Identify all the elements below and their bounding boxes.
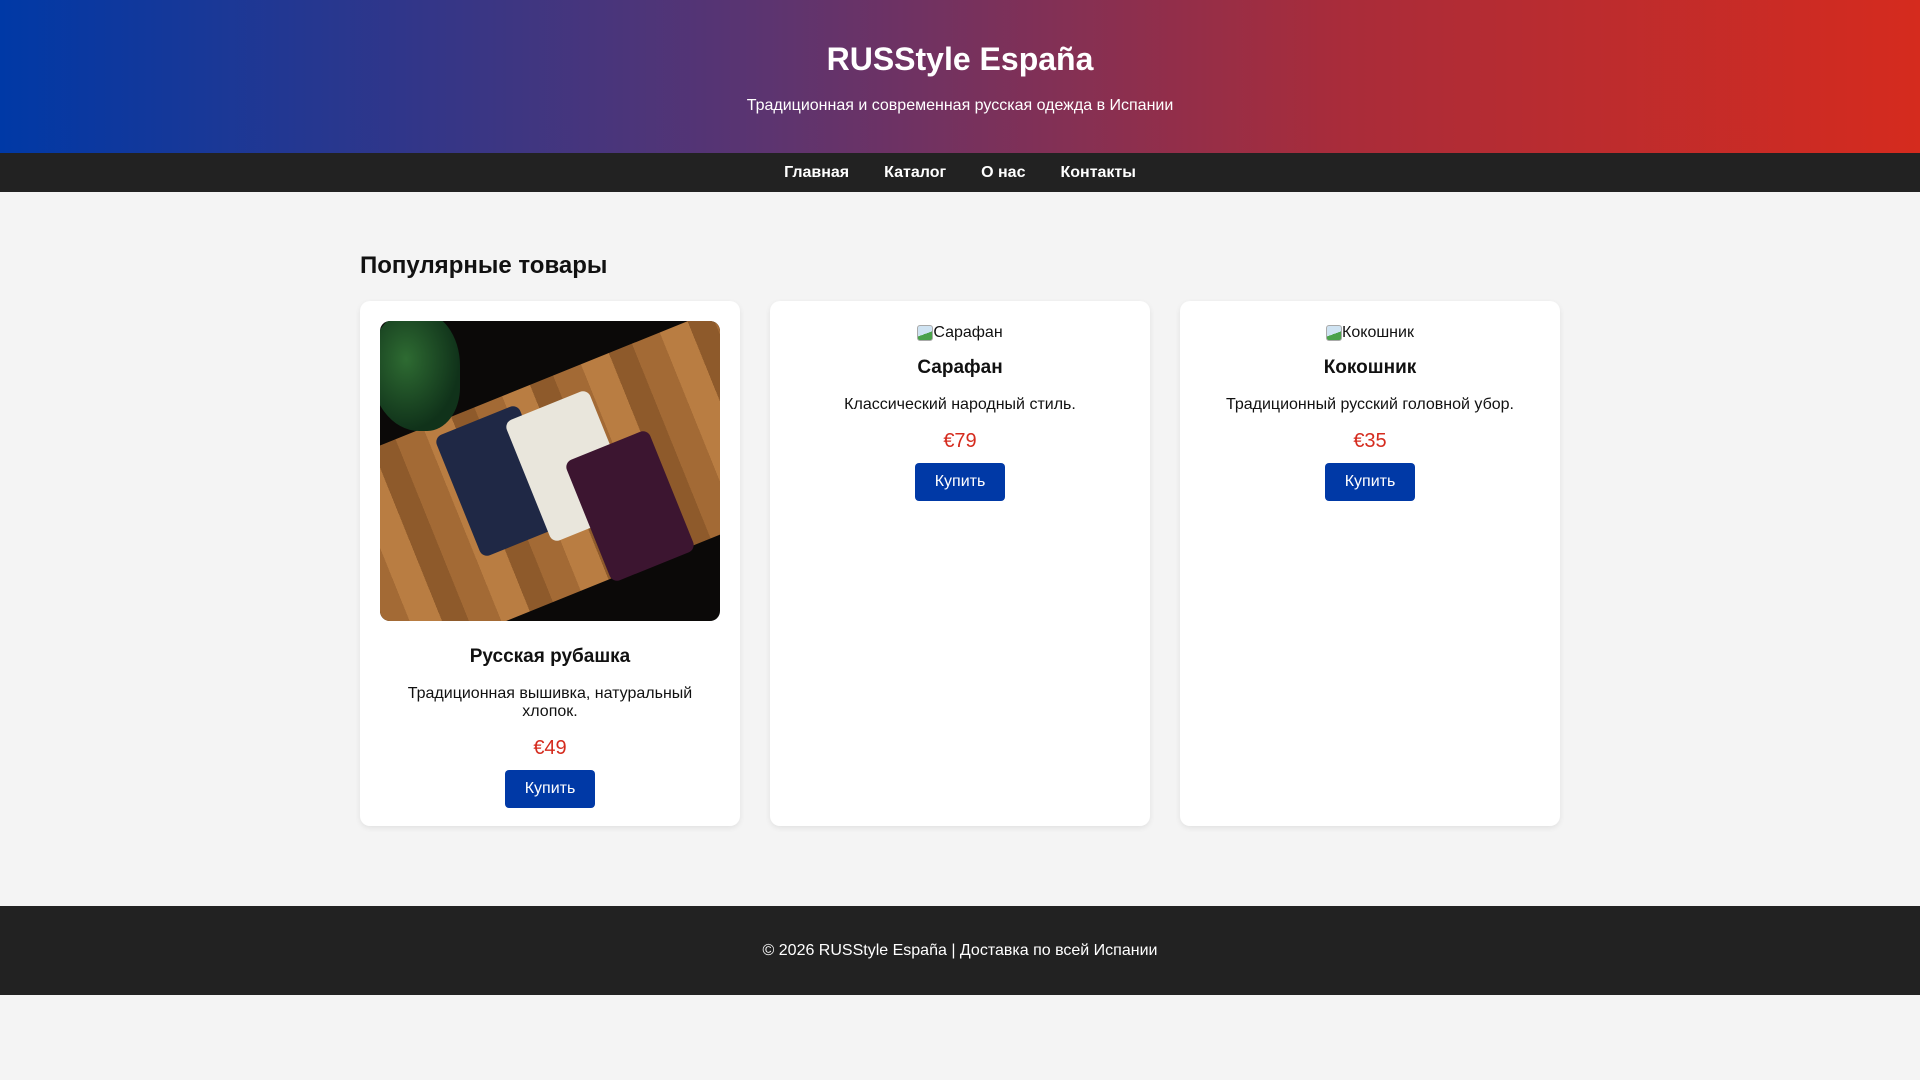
- product-image-shirts: [380, 321, 720, 621]
- buy-button[interactable]: Купить: [1324, 463, 1416, 501]
- broken-image-icon: [1326, 325, 1343, 341]
- nav-home[interactable]: Главная: [784, 164, 849, 182]
- product-price: €79: [943, 430, 977, 452]
- product-description: Традиционная вышивка, натуральный хлопок…: [407, 685, 693, 720]
- buy-button[interactable]: Купить: [504, 770, 596, 808]
- main-content: Популярные товары Русская рубашка Традиц…: [360, 192, 1560, 892]
- product-name: Сарафан: [917, 357, 1003, 378]
- product-price: €35: [1353, 430, 1387, 452]
- product-description: Классический народный стиль.: [844, 396, 1076, 413]
- image-alt-text: Сарафан: [933, 324, 1003, 341]
- broken-image: Сарафан: [917, 324, 1003, 342]
- main-nav: Главная Каталог О нас Контакты: [0, 153, 1920, 192]
- nav-catalog[interactable]: Каталог: [884, 164, 946, 182]
- broken-image-icon: [917, 325, 934, 341]
- product-card: Сарафан Сарафан Классический народный ст…: [770, 301, 1150, 826]
- product-name: Кокошник: [1323, 357, 1417, 378]
- product-grid: Русская рубашка Традиционная вышивка, на…: [360, 301, 1560, 826]
- broken-image: Кокошник: [1326, 324, 1414, 342]
- image-alt-text: Кокошник: [1342, 324, 1414, 341]
- nav-about[interactable]: О нас: [981, 164, 1025, 182]
- site-subtitle: Традиционная и современная русская одежд…: [746, 97, 1174, 114]
- product-price: €49: [533, 737, 567, 759]
- footer-text: © 2026 RUSStyle España | Доставка по все…: [762, 942, 1158, 959]
- section-title: Популярные товары: [360, 252, 608, 279]
- site-header: RUSStyle España Традиционная и современн…: [0, 0, 1920, 153]
- buy-button[interactable]: Купить: [914, 463, 1006, 501]
- site-footer: © 2026 RUSStyle España | Доставка по все…: [0, 906, 1920, 995]
- site-title: RUSStyle España: [826, 41, 1094, 77]
- product-card: Русская рубашка Традиционная вышивка, на…: [360, 301, 740, 826]
- nav-contacts[interactable]: Контакты: [1060, 164, 1135, 182]
- product-card: Кокошник Кокошник Традиционный русский г…: [1180, 301, 1560, 826]
- product-description: Традиционный русский головной убор.: [1225, 396, 1514, 413]
- product-name: Русская рубашка: [469, 646, 631, 667]
